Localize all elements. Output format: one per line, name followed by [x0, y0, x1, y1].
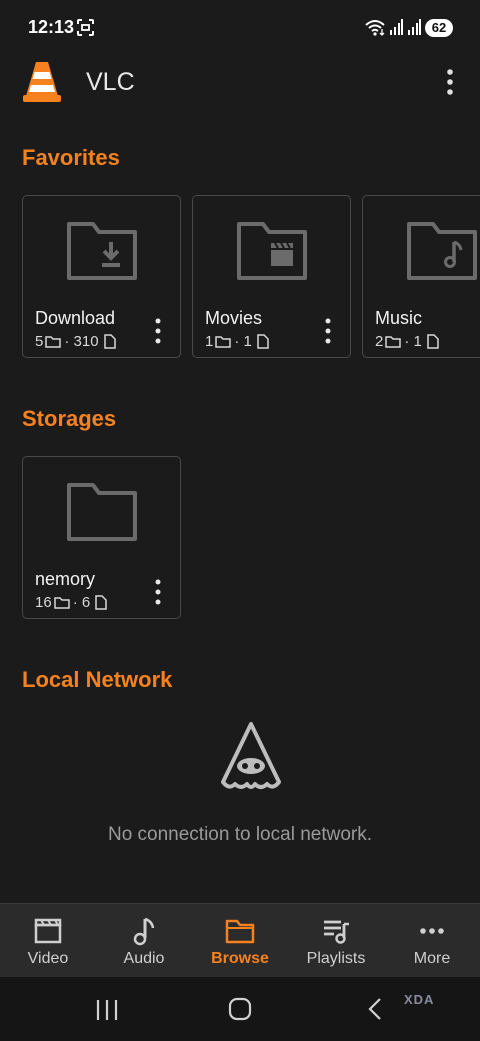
file-count: 1 [243, 333, 252, 350]
screenshot-icon [77, 19, 94, 36]
nav-item-audio[interactable]: Audio [96, 904, 192, 978]
nav-label: Browse [211, 950, 269, 967]
signal-icon [390, 19, 403, 35]
folder-small-icon [215, 335, 232, 348]
home-icon[interactable] [228, 997, 252, 1021]
card-name: Music [375, 308, 423, 328]
file-count: 310 [73, 333, 99, 350]
back-icon[interactable] [366, 997, 384, 1021]
separator-dot: · [64, 333, 74, 350]
system-navigation-bar: XDA [0, 977, 480, 1041]
section-title-local-network: Local Network [22, 667, 173, 692]
storage-card-internal[interactable]: nemory 16 · 6 [22, 456, 181, 619]
card-name: Download [35, 308, 116, 328]
nav-label: Video [27, 950, 69, 967]
no-connection-message: No connection to local network. [107, 824, 373, 845]
card-name: Movies [205, 308, 263, 328]
file-count: 1 [413, 333, 422, 350]
folder-count: 5 [35, 333, 44, 350]
music-folder-icon [407, 222, 477, 280]
separator-dot: · [234, 333, 244, 350]
section-title-favorites: Favorites [22, 145, 120, 170]
battery-icon: 62 [425, 19, 453, 37]
folder-count: 1 [205, 333, 214, 350]
vlc-cone-icon [23, 62, 61, 102]
folder-count: 2 [375, 333, 384, 350]
wifi-icon [365, 20, 385, 36]
card-stats: 1 · 1 [205, 333, 272, 350]
more-vert-icon[interactable] [440, 68, 460, 96]
nav-label: More [413, 950, 451, 967]
nav-label: Playlists [306, 950, 366, 967]
movie-folder-icon [237, 222, 307, 280]
file-count: 6 [81, 594, 91, 611]
video-icon [34, 918, 62, 944]
more-vert-icon[interactable] [321, 318, 335, 344]
card-stats: 5 · 310 [35, 333, 119, 350]
signal-icon [408, 19, 421, 35]
app-title: VLC [86, 68, 135, 96]
more-vert-icon[interactable] [151, 579, 165, 605]
nav-item-video[interactable]: Video [0, 904, 96, 978]
bottom-navigation: Video Audio Browse Playlists More [0, 903, 480, 977]
folder-small-icon [385, 335, 402, 348]
folder-icon [225, 919, 255, 944]
music-note-icon [133, 917, 155, 946]
app-bar: VLC [0, 56, 480, 112]
file-small-icon [257, 334, 269, 349]
separator-dot: · [72, 594, 82, 611]
file-small-icon [95, 595, 107, 610]
playlist-icon [324, 920, 349, 944]
status-bar: 12:13 62 [0, 0, 480, 56]
section-title-storages: Storages [22, 406, 117, 431]
more-vert-icon[interactable] [151, 318, 165, 344]
nav-item-playlists[interactable]: Playlists [288, 904, 384, 978]
xda-watermark: XDA [404, 992, 435, 1007]
folder-small-icon [53, 596, 70, 609]
favorite-card-music[interactable]: Music 2 · 1 [362, 195, 480, 358]
folder-small-icon [45, 335, 62, 348]
more-horiz-icon [420, 928, 444, 934]
file-small-icon [103, 334, 116, 349]
card-stats: 16 · 6 [35, 594, 110, 611]
favorite-card-movies[interactable]: Movies 1 · 1 [192, 195, 351, 358]
nav-item-browse[interactable]: Browse [192, 904, 288, 978]
download-folder-icon [67, 222, 137, 280]
status-time: 12:13 [28, 17, 75, 37]
card-stats: 2 · 1 [375, 333, 442, 350]
folder-icon [67, 483, 137, 541]
no-network-cone-icon [221, 722, 281, 789]
file-small-icon [427, 334, 439, 349]
folder-count: 16 [35, 594, 52, 611]
nav-label: Audio [123, 950, 165, 967]
card-name: nemory [35, 569, 96, 589]
favorite-card-download[interactable]: Download 5 · 310 [22, 195, 181, 358]
nav-item-more[interactable]: More [384, 904, 480, 978]
recents-icon[interactable] [94, 999, 120, 1021]
separator-dot: · [404, 333, 414, 350]
